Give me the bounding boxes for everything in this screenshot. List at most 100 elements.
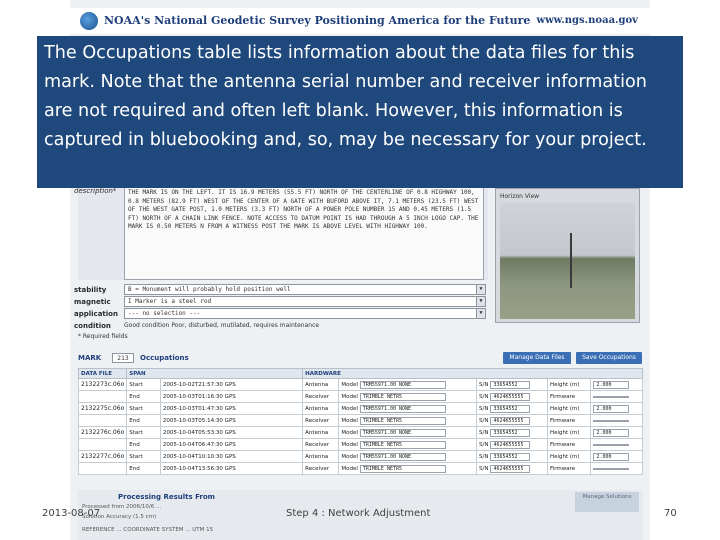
model-select[interactable]: TRM55971.00 NONE bbox=[359, 452, 446, 461]
span-time-cell: 2005-10-04T13:56:30 GPS bbox=[159, 462, 304, 475]
serial-cell: S/N 33654552 bbox=[476, 450, 548, 463]
model-cell: Model TRM55971.00 NONE bbox=[338, 378, 477, 391]
serial-cell: S/N 4624K55555 bbox=[476, 390, 548, 403]
application-value: --- no selection --- bbox=[128, 310, 201, 317]
model-label: Model bbox=[341, 417, 358, 424]
serial-input[interactable]: 33654552 bbox=[490, 380, 531, 389]
field-label-cell: Firmware bbox=[546, 390, 592, 403]
magnetic-value: I Marker is a steel rod bbox=[128, 298, 212, 305]
model-select[interactable]: TRIMBLE NETR5 bbox=[359, 392, 446, 401]
model-label: Model bbox=[341, 441, 358, 448]
model-select[interactable]: TRIMBLE NETR5 bbox=[359, 416, 446, 425]
data-file-cell[interactable] bbox=[77, 390, 128, 403]
field-value-cell: 2.000 bbox=[590, 402, 643, 415]
data-file-cell[interactable]: 2132276c.06o bbox=[77, 426, 128, 439]
serial-input[interactable]: 4624K55555 bbox=[490, 392, 531, 401]
field-label-cell: Firmware bbox=[546, 438, 592, 451]
serial-input[interactable]: 4624K55555 bbox=[490, 416, 531, 425]
span-label-cell: End bbox=[126, 438, 161, 451]
serial-label: S/N bbox=[479, 453, 489, 460]
field-value-input[interactable] bbox=[593, 467, 630, 470]
field-value-input[interactable]: 2.000 bbox=[593, 404, 630, 413]
model-select[interactable]: TRIMBLE NETR5 bbox=[359, 440, 446, 449]
model-select[interactable]: TRM55971.00 NONE bbox=[359, 404, 446, 413]
magnetic-label: magnetic bbox=[74, 298, 111, 306]
condition-radio-group[interactable]: Good condition Poor, disturbed, mutilate… bbox=[124, 322, 319, 329]
field-value-input[interactable] bbox=[593, 419, 630, 422]
manage-data-files-button[interactable]: Manage Data Files bbox=[503, 352, 571, 364]
span-time-cell: 2005-10-04T06:47:30 GPS bbox=[159, 438, 304, 451]
field-value-input[interactable]: 2.000 bbox=[593, 428, 630, 437]
data-file-cell[interactable] bbox=[77, 462, 128, 475]
serial-input[interactable]: 33654552 bbox=[490, 404, 531, 413]
table-row: 2132276c.06o Start 2005-10-04T05:53:30 GPS… bbox=[77, 426, 643, 439]
serial-input[interactable]: 33654552 bbox=[490, 452, 531, 461]
data-file-cell[interactable]: 2132275c.06o bbox=[77, 402, 128, 415]
field-label-cell: Firmware bbox=[546, 462, 592, 475]
model-cell: Model TRIMBLE NETR5 bbox=[338, 390, 477, 403]
model-label: Model bbox=[341, 465, 358, 472]
span-time-cell: 2005-10-03T01:16:30 GPS bbox=[159, 390, 304, 403]
model-select[interactable]: TRM55971.00 NONE bbox=[359, 380, 446, 389]
span-label-cell: End bbox=[126, 390, 161, 403]
field-value-input[interactable]: 2.000 bbox=[593, 452, 630, 461]
column-header-data-file: DATA FILE bbox=[77, 368, 128, 379]
field-label-cell: Firmware bbox=[546, 414, 592, 427]
field-label-cell: Height (m) bbox=[546, 426, 592, 439]
field-value-input[interactable] bbox=[593, 443, 630, 446]
serial-input[interactable]: 4624K55555 bbox=[490, 440, 531, 449]
data-file-cell[interactable] bbox=[77, 438, 128, 451]
tripod-figure bbox=[570, 233, 572, 288]
span-label-cell: Start bbox=[126, 450, 161, 463]
model-cell: Model TRIMBLE NETR5 bbox=[338, 414, 477, 427]
table-row: End 2005-10-03T05:14:30 GPS Receiver Model T… bbox=[77, 414, 643, 427]
serial-input[interactable]: 4624K55555 bbox=[490, 464, 531, 473]
mark-label: MARK bbox=[78, 354, 102, 362]
data-file-cell[interactable] bbox=[77, 414, 128, 427]
model-select[interactable]: TRM55971.00 NONE bbox=[359, 428, 446, 437]
footer-date: 2013-08-07 bbox=[42, 508, 101, 519]
field-label-cell: Height (m) bbox=[546, 402, 592, 415]
serial-input[interactable]: 33654552 bbox=[490, 428, 531, 437]
span-label-cell: Start bbox=[126, 378, 161, 391]
description-textarea[interactable]: THE MARK IS ON THE LEFT. IT IS 16.9 METE… bbox=[124, 186, 484, 280]
data-file-cell[interactable]: 2132273c.06o bbox=[77, 378, 128, 391]
manage-solutions-button[interactable]: Manage Solutions bbox=[575, 492, 639, 512]
horizon-view-label: Horizon View bbox=[500, 193, 540, 200]
span-time-cell: 2005-10-03T05:14:30 GPS bbox=[159, 414, 304, 427]
column-header-hardware: HARDWARE bbox=[302, 368, 643, 379]
processing-results-title: Processing Results From bbox=[118, 493, 215, 501]
horizon-photo bbox=[500, 203, 635, 319]
footer-page-number: 70 bbox=[664, 508, 677, 519]
field-value-input[interactable]: 2.000 bbox=[593, 380, 630, 389]
application-select[interactable]: --- no selection --- ▼ bbox=[124, 308, 486, 319]
field-value-input[interactable] bbox=[593, 395, 630, 398]
span-time-cell: 2005-10-04T05:53:30 GPS bbox=[159, 426, 304, 439]
processing-line-3: REFERENCE ... COORDINATE SYSTEM ... UTM … bbox=[82, 527, 214, 533]
span-label-cell: Start bbox=[126, 426, 161, 439]
field-label-cell: Height (m) bbox=[546, 450, 592, 463]
serial-cell: S/N 4624K55555 bbox=[476, 462, 548, 475]
occupations-table: DATA FILE SPAN HARDWARE 2132273c.06o Star… bbox=[77, 368, 643, 475]
mark-select[interactable]: 213 bbox=[112, 353, 134, 363]
magnetic-select[interactable]: I Marker is a steel rod ▼ bbox=[124, 296, 486, 307]
model-cell: Model TRM55971.00 NONE bbox=[338, 450, 477, 463]
ngs-header-url[interactable]: www.ngs.noaa.gov bbox=[536, 15, 638, 26]
stability-select[interactable]: B = Monument will probably hold position… bbox=[124, 284, 486, 295]
horizon-view-panel: Horizon View bbox=[495, 188, 640, 323]
model-select[interactable]: TRIMBLE NETR5 bbox=[359, 464, 446, 473]
span-time-cell: 2005-10-02T21:57:30 GPS bbox=[159, 378, 304, 391]
hardware-type-cell: Receiver bbox=[302, 438, 340, 451]
hardware-type-cell: Antenna bbox=[302, 402, 340, 415]
serial-label: S/N bbox=[479, 393, 489, 400]
footer-title: Step 4 : Network Adjustment bbox=[286, 508, 431, 519]
save-occupations-button[interactable]: Save Occupations bbox=[576, 352, 642, 364]
model-cell: Model TRM55971.00 NONE bbox=[338, 402, 477, 415]
stability-label: stability bbox=[74, 286, 107, 294]
span-time-cell: 2005-10-04T10:10:30 GPS bbox=[159, 450, 304, 463]
data-file-cell[interactable]: 2132277c.06o bbox=[77, 450, 128, 463]
model-label: Model bbox=[341, 393, 358, 400]
application-label: application bbox=[74, 310, 118, 318]
table-row: 2132275c.06o Start 2005-10-03T01:47:30 GPS… bbox=[77, 402, 643, 415]
serial-cell: S/N 4624K55555 bbox=[476, 438, 548, 451]
